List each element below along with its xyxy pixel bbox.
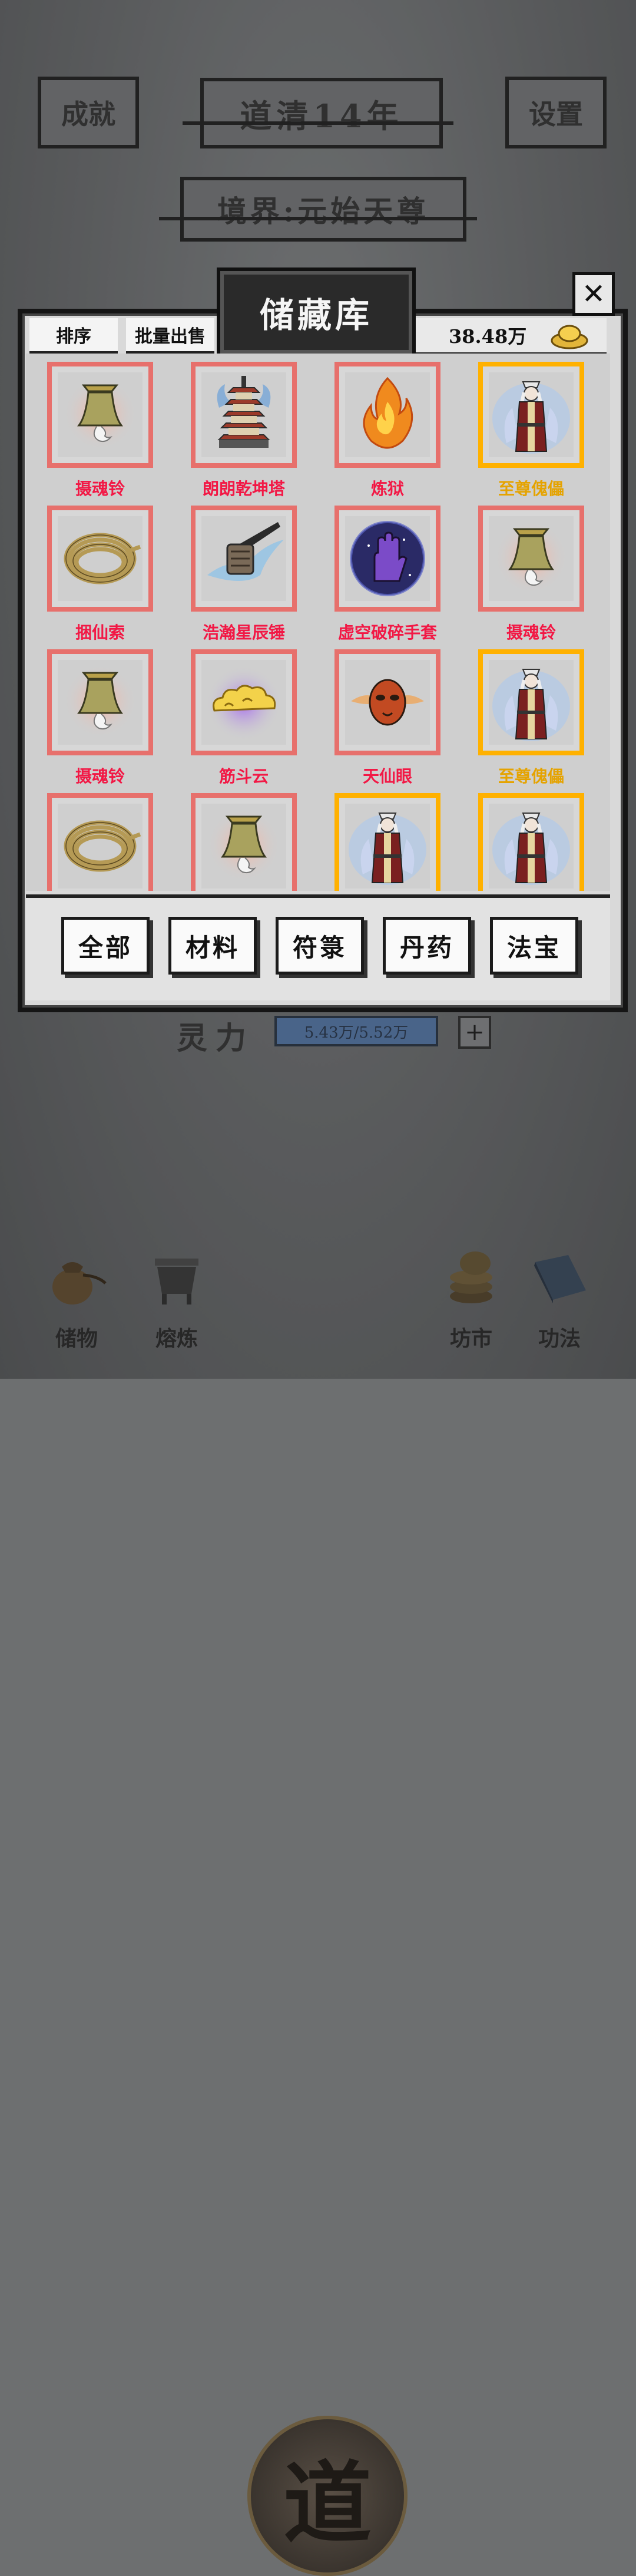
item-slot[interactable]: [478, 793, 584, 891]
item-tile[interactable]: [191, 506, 297, 612]
bell-icon: [58, 372, 143, 457]
bell-icon: [58, 660, 143, 745]
item-grid[interactable]: 摄魂铃 朗朗乾坤塔 炼狱 至尊傀儡 捆仙索 浩瀚星辰锤 虚空破碎手套 摄魂铃 摄魂铃 筋斗云 天仙眼…: [26, 354, 610, 891]
sort-button[interactable]: 排序: [29, 318, 118, 355]
bell-icon: [489, 516, 574, 601]
item-name: 至尊傀儡: [498, 767, 564, 786]
item-tile[interactable]: [334, 793, 440, 891]
dao-seal-icon: 道: [283, 2451, 372, 2555]
nav-dao[interactable]: 道: [247, 2416, 408, 2576]
category-pills-button[interactable]: 丹药: [383, 917, 471, 975]
item-name: 朗朗乾坤塔: [202, 479, 285, 498]
mask-icon: [345, 660, 430, 745]
batch-sell-button[interactable]: 批量出售: [126, 318, 214, 355]
currency-display: 38.48万: [412, 318, 607, 356]
item-name: 摄魂铃: [75, 767, 125, 786]
item-slot[interactable]: 捆仙索: [47, 506, 153, 643]
close-icon: ✕: [581, 278, 606, 311]
item-tile[interactable]: [47, 793, 153, 891]
item-name: 捆仙索: [75, 623, 125, 642]
item-tile[interactable]: [47, 506, 153, 612]
item-name: 至尊傀儡: [498, 479, 564, 498]
item-tile[interactable]: [334, 362, 440, 468]
hammer-icon: [201, 516, 286, 601]
item-tile[interactable]: [191, 793, 297, 891]
item-slot[interactable]: [191, 793, 297, 891]
gauntlet-icon: [345, 516, 430, 601]
item-tile[interactable]: [478, 362, 584, 468]
bell-icon: [201, 804, 286, 889]
category-materials-button[interactable]: 材料: [168, 917, 257, 975]
puppet-icon: [489, 660, 574, 745]
item-name: 炼狱: [370, 479, 404, 498]
item-slot[interactable]: 至尊傀儡: [478, 362, 584, 500]
item-tile[interactable]: [334, 506, 440, 612]
item-slot[interactable]: 浩瀚星辰锤: [191, 506, 297, 643]
puppet-icon: [489, 372, 574, 457]
gold-ingot-icon: [551, 325, 588, 349]
item-slot[interactable]: 摄魂铃: [47, 362, 153, 500]
item-tile[interactable]: [334, 649, 440, 755]
currency-value: 38.48万: [449, 325, 527, 348]
pagoda-icon: [201, 372, 286, 457]
item-slot[interactable]: 天仙眼: [334, 649, 440, 787]
category-talismans-button[interactable]: 符箓: [276, 917, 364, 975]
flame-icon: [345, 372, 430, 457]
item-tile[interactable]: [191, 649, 297, 755]
item-slot[interactable]: 摄魂铃: [478, 506, 584, 643]
item-slot[interactable]: 筋斗云: [191, 649, 297, 787]
item-slot[interactable]: [47, 793, 153, 891]
puppet-icon: [489, 804, 574, 889]
item-name: 摄魂铃: [506, 623, 556, 642]
item-slot[interactable]: 炼狱: [334, 362, 440, 500]
rope-icon: [58, 516, 143, 601]
puppet-icon: [345, 804, 430, 889]
item-tile[interactable]: [47, 362, 153, 468]
item-slot[interactable]: 朗朗乾坤塔: [191, 362, 297, 500]
item-tile[interactable]: [478, 649, 584, 755]
item-name: 筋斗云: [218, 767, 269, 786]
item-tile[interactable]: [191, 362, 297, 468]
item-slot[interactable]: [334, 793, 440, 891]
item-name: 天仙眼: [362, 767, 412, 786]
item-slot[interactable]: 至尊傀儡: [478, 649, 584, 787]
storage-title: 储藏库: [217, 267, 416, 357]
close-button[interactable]: ✕: [572, 272, 615, 316]
item-name: 浩瀚星辰锤: [202, 623, 285, 642]
category-artifacts-button[interactable]: 法宝: [490, 917, 578, 975]
item-name: 摄魂铃: [75, 479, 125, 498]
rope-icon: [58, 804, 143, 889]
item-name: 虚空破碎手套: [337, 623, 437, 642]
item-tile[interactable]: [47, 649, 153, 755]
item-tile[interactable]: [478, 506, 584, 612]
item-slot[interactable]: 虚空破碎手套: [334, 506, 440, 643]
item-slot[interactable]: 摄魂铃: [47, 649, 153, 787]
item-tile[interactable]: [478, 793, 584, 891]
category-all-button[interactable]: 全部: [61, 917, 150, 975]
cloud-icon: [201, 660, 286, 745]
